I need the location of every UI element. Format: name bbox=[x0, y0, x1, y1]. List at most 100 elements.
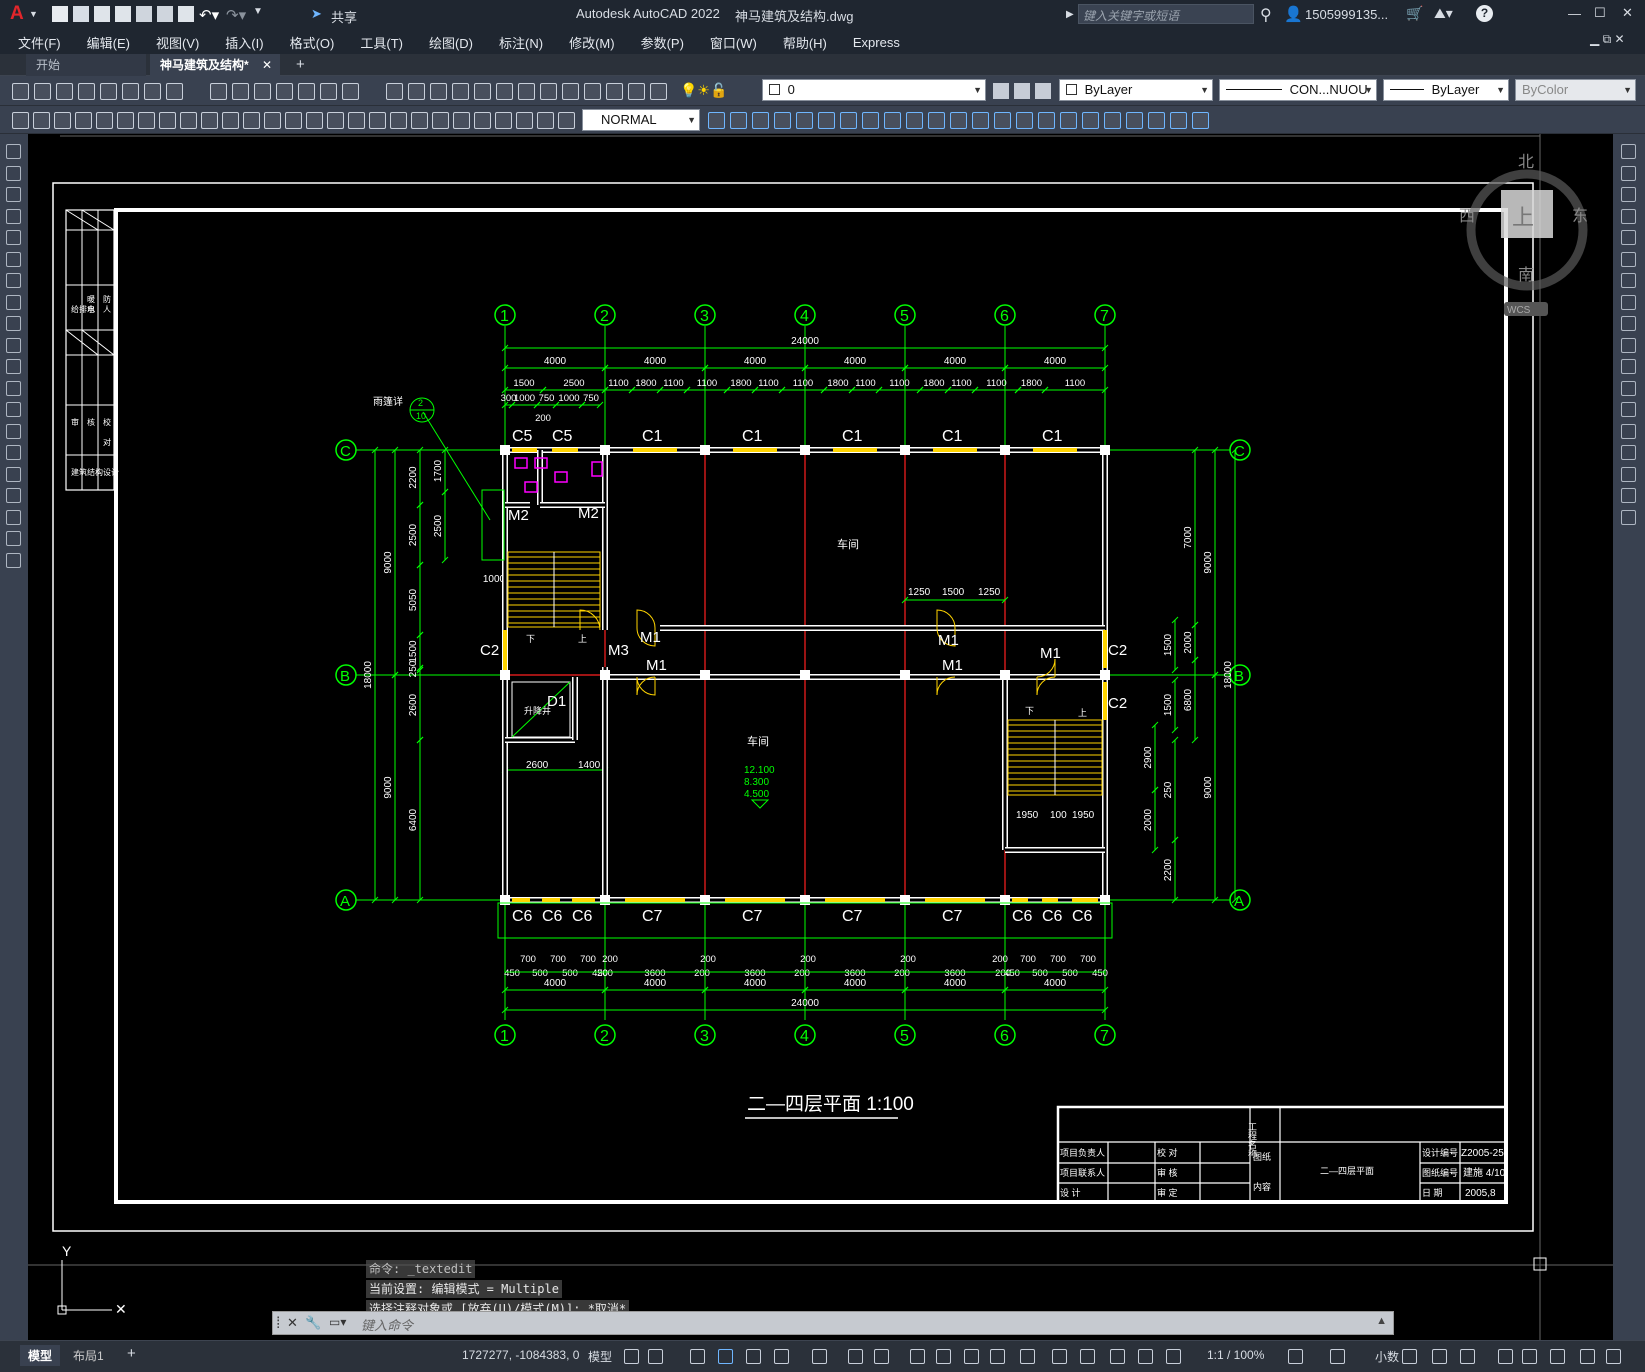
status-toggle-2-icon[interactable] bbox=[690, 1349, 705, 1364]
status-toggle-6-icon[interactable] bbox=[812, 1349, 827, 1364]
draw-tool-9-icon[interactable] bbox=[6, 337, 21, 353]
modify-17-icon[interactable] bbox=[1082, 112, 1099, 129]
share-icon[interactable]: ➤ bbox=[311, 6, 322, 22]
color-dropdown[interactable]: ByLayer ▼ bbox=[1059, 79, 1213, 101]
user-name[interactable]: 1505999135... bbox=[1305, 7, 1388, 22]
status-toggle-22-icon[interactable] bbox=[1432, 1349, 1447, 1364]
status-toggle-8-icon[interactable] bbox=[874, 1349, 889, 1364]
draw-tool-14-icon[interactable] bbox=[6, 445, 21, 460]
status-toggle-19-icon[interactable] bbox=[1288, 1349, 1303, 1364]
app-logo[interactable]: A bbox=[10, 3, 24, 25]
status-toggle-25-icon[interactable] bbox=[1522, 1349, 1537, 1364]
menu-draw[interactable]: 绘图(D) bbox=[429, 33, 473, 52]
window-maximize-button[interactable]: ☐ bbox=[1594, 5, 1606, 21]
draw-tool-6-icon[interactable] bbox=[6, 273, 21, 288]
dim-9-icon[interactable] bbox=[201, 112, 218, 129]
menu-help[interactable]: 帮助(H) bbox=[783, 33, 827, 52]
status-toggle-0-icon[interactable] bbox=[624, 1349, 639, 1364]
toolbar1-4-icon[interactable] bbox=[100, 83, 117, 100]
status-toggle-28-icon[interactable] bbox=[1606, 1349, 1621, 1364]
draw-tool-7-icon[interactable] bbox=[6, 294, 21, 310]
toolbar1-19-icon[interactable] bbox=[474, 83, 491, 100]
modify-tool-12-icon[interactable] bbox=[1621, 402, 1636, 417]
toolbar1-6-icon[interactable] bbox=[144, 83, 161, 100]
add-layout-button[interactable]: + bbox=[127, 1345, 136, 1362]
draw-tool-4-icon[interactable] bbox=[6, 230, 21, 245]
linetype-dropdown[interactable]: CON...NUOU ▼ bbox=[1219, 79, 1377, 101]
app-menu-arrow[interactable]: ▼ bbox=[29, 9, 38, 19]
viewcube[interactable]: 上 北 南 东 西 WCS bbox=[1459, 153, 1588, 316]
dim-25-icon[interactable] bbox=[537, 112, 554, 129]
dim-5-icon[interactable] bbox=[117, 112, 134, 129]
status-toggle-17-icon[interactable] bbox=[1138, 1349, 1153, 1364]
menu-format[interactable]: 格式(O) bbox=[290, 33, 335, 52]
toolbar1-23-icon[interactable] bbox=[562, 83, 579, 100]
status-toggle-23-icon[interactable] bbox=[1460, 1349, 1475, 1364]
new-icon[interactable] bbox=[52, 6, 68, 22]
toolbar1-12-icon[interactable] bbox=[298, 83, 315, 100]
dim-3-icon[interactable] bbox=[75, 112, 92, 129]
toolbar1-11-icon[interactable] bbox=[276, 83, 293, 100]
modify-tool-3-icon[interactable] bbox=[1621, 208, 1636, 224]
toolbar1-1-icon[interactable] bbox=[34, 83, 51, 100]
dim-13-icon[interactable] bbox=[285, 112, 302, 129]
modify-6-icon[interactable] bbox=[840, 112, 857, 129]
cart-icon[interactable]: 🛒 bbox=[1406, 5, 1423, 22]
modify-tool-17-icon[interactable] bbox=[1621, 509, 1636, 525]
status-toggle-15-icon[interactable] bbox=[1080, 1349, 1095, 1364]
menu-edit[interactable]: 编辑(E) bbox=[87, 33, 130, 52]
modify-tool-14-icon[interactable] bbox=[1621, 445, 1636, 460]
modify-tool-10-icon[interactable] bbox=[1621, 359, 1636, 374]
modify-tool-5-icon[interactable] bbox=[1621, 251, 1636, 267]
modify-tool-4-icon[interactable] bbox=[1621, 230, 1636, 245]
status-toggle-12-icon[interactable] bbox=[990, 1349, 1005, 1364]
status-toggle-24-icon[interactable] bbox=[1498, 1349, 1513, 1364]
menu-modify[interactable]: 修改(M) bbox=[569, 33, 615, 52]
units-dropdown[interactable]: 小数 bbox=[1375, 1348, 1399, 1365]
tab-start[interactable]: 开始 bbox=[26, 54, 146, 76]
dim-24-icon[interactable] bbox=[516, 112, 533, 129]
status-toggle-10-icon[interactable] bbox=[936, 1349, 951, 1364]
wcs-menu[interactable]: WCS bbox=[1507, 305, 1531, 316]
command-line[interactable]: ⁞ ✕ 🔧 ▭▾ 键入命令 ▲ bbox=[272, 1311, 1394, 1335]
modify-18-icon[interactable] bbox=[1104, 112, 1121, 129]
toolbar1-10-icon[interactable] bbox=[254, 83, 271, 100]
customize-icon[interactable]: ▼ bbox=[253, 6, 263, 22]
draw-tool-10-icon[interactable] bbox=[6, 359, 21, 374]
dim-7-icon[interactable] bbox=[159, 112, 176, 129]
dim-15-icon[interactable] bbox=[327, 112, 344, 129]
modify-tool-11-icon[interactable] bbox=[1621, 380, 1636, 396]
drawing-canvas[interactable]: 给排水 电 暖 人 防 审 核 校 对 建筑 结构 设计 1 1 2 2 3 3 4 4 5 5 6… bbox=[28, 134, 1613, 1340]
toolbar1-3-icon[interactable] bbox=[78, 83, 95, 100]
plot-icon[interactable] bbox=[178, 6, 194, 22]
menu-tools[interactable]: 工具(T) bbox=[360, 33, 403, 52]
layer-state-icon[interactable]: 💡☀🔓 bbox=[680, 82, 727, 99]
status-toggle-11-icon[interactable] bbox=[964, 1349, 979, 1364]
modify-tool-13-icon[interactable] bbox=[1621, 423, 1636, 439]
status-toggle-20-icon[interactable] bbox=[1330, 1349, 1345, 1364]
draw-tool-15-icon[interactable] bbox=[6, 466, 21, 482]
save-web-icon[interactable] bbox=[157, 6, 173, 22]
status-toggle-9-icon[interactable] bbox=[910, 1349, 925, 1364]
modify-tool-7-icon[interactable] bbox=[1621, 294, 1636, 310]
draw-tool-19-icon[interactable] bbox=[6, 552, 21, 568]
dim-20-icon[interactable] bbox=[432, 112, 449, 129]
save-as-icon[interactable] bbox=[115, 6, 131, 22]
draw-tool-13-icon[interactable] bbox=[6, 423, 21, 439]
draw-tool-0-icon[interactable] bbox=[6, 144, 21, 159]
toolbar1-18-icon[interactable] bbox=[452, 83, 469, 100]
draw-tool-5-icon[interactable] bbox=[6, 251, 21, 267]
tab-drawing[interactable]: 神马建筑及结构* ✕ bbox=[150, 54, 280, 76]
dim-19-icon[interactable] bbox=[411, 112, 428, 129]
status-toggle-1-icon[interactable] bbox=[648, 1349, 663, 1364]
toolbar1-9-icon[interactable] bbox=[232, 83, 249, 100]
help-icon[interactable]: ? bbox=[1476, 5, 1493, 22]
modify-14-icon[interactable] bbox=[1016, 112, 1033, 129]
modify-4-icon[interactable] bbox=[796, 112, 813, 129]
close-command-icon[interactable]: ✕ bbox=[287, 1315, 298, 1331]
draw-tool-17-icon[interactable] bbox=[6, 509, 21, 525]
window-close-button[interactable]: ✕ bbox=[1622, 5, 1633, 21]
status-toggle-27-icon[interactable] bbox=[1580, 1349, 1595, 1364]
toolbar1-27-icon[interactable] bbox=[650, 83, 667, 100]
draw-tool-12-icon[interactable] bbox=[6, 402, 21, 417]
